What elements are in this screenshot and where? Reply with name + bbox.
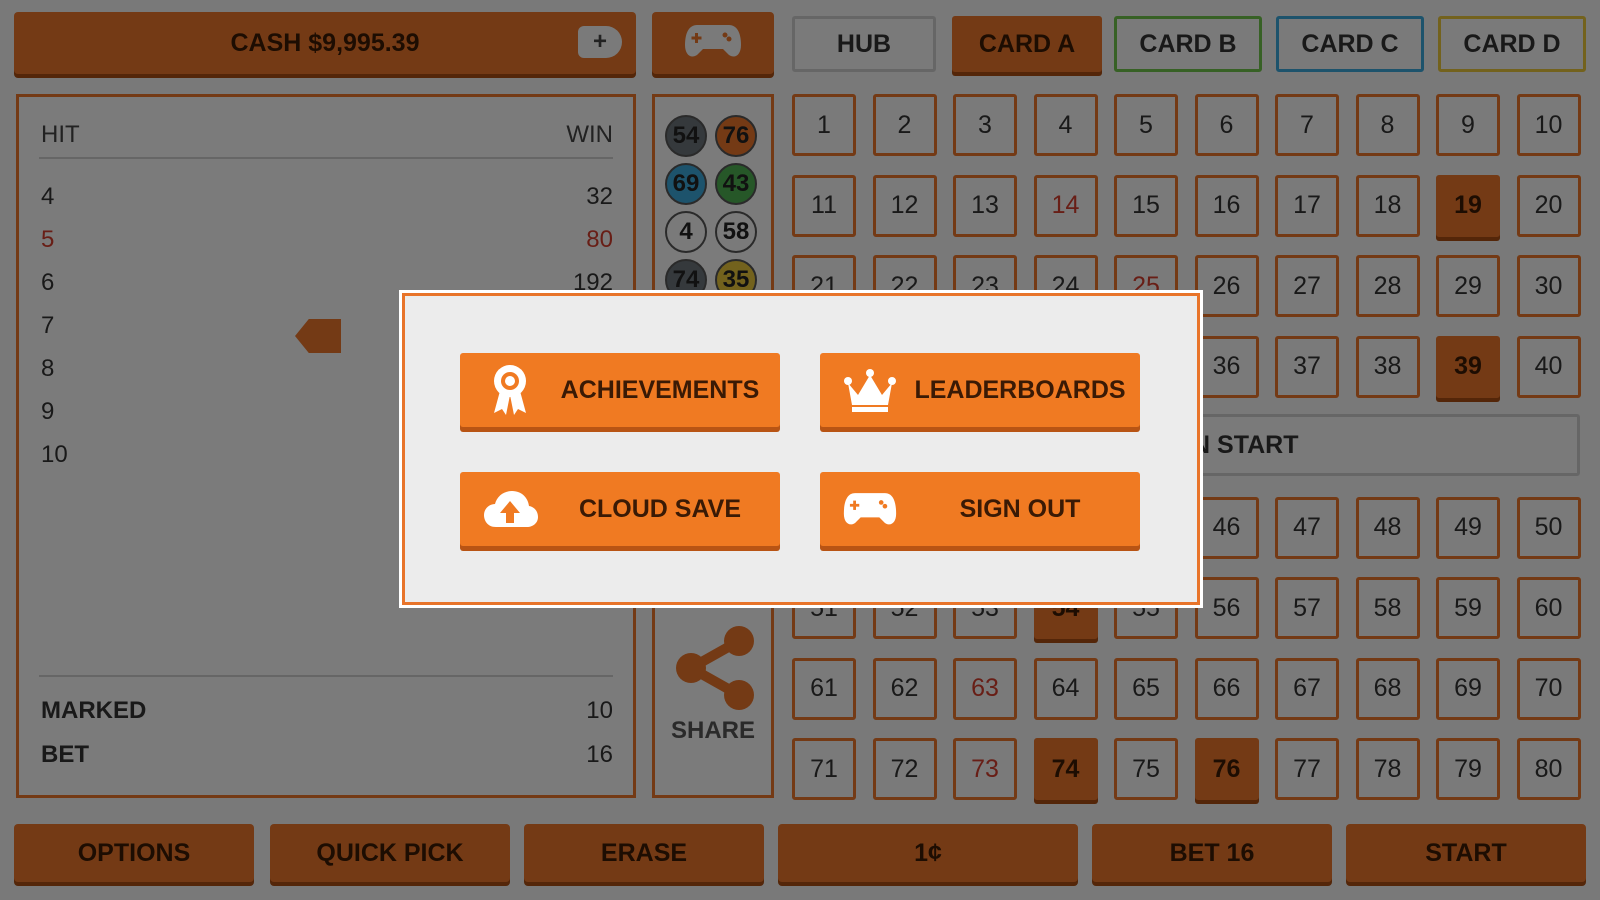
ribbon-award-icon bbox=[482, 363, 538, 417]
cloud-save-button[interactable]: CLOUD SAVE bbox=[460, 472, 780, 546]
achievements-button[interactable]: ACHIEVEMENTS bbox=[460, 353, 780, 427]
sign-out-button[interactable]: SIGN OUT bbox=[820, 472, 1140, 546]
leaderboards-button[interactable]: LEADERBOARDS bbox=[820, 353, 1140, 427]
achievements-label: ACHIEVEMENTS bbox=[560, 375, 760, 404]
sign-out-label: SIGN OUT bbox=[959, 494, 1081, 523]
account-menu-dialog: ACHIEVEMENTS LEADERBOARDS CLOUD SAVE SIG… bbox=[402, 293, 1200, 605]
crown-icon bbox=[842, 363, 898, 417]
cloud-upload-icon bbox=[482, 482, 538, 536]
leaderboards-label: LEADERBOARDS bbox=[914, 375, 1126, 404]
gamepad-icon bbox=[842, 482, 898, 536]
cloud-save-label: CLOUD SAVE bbox=[578, 494, 742, 523]
